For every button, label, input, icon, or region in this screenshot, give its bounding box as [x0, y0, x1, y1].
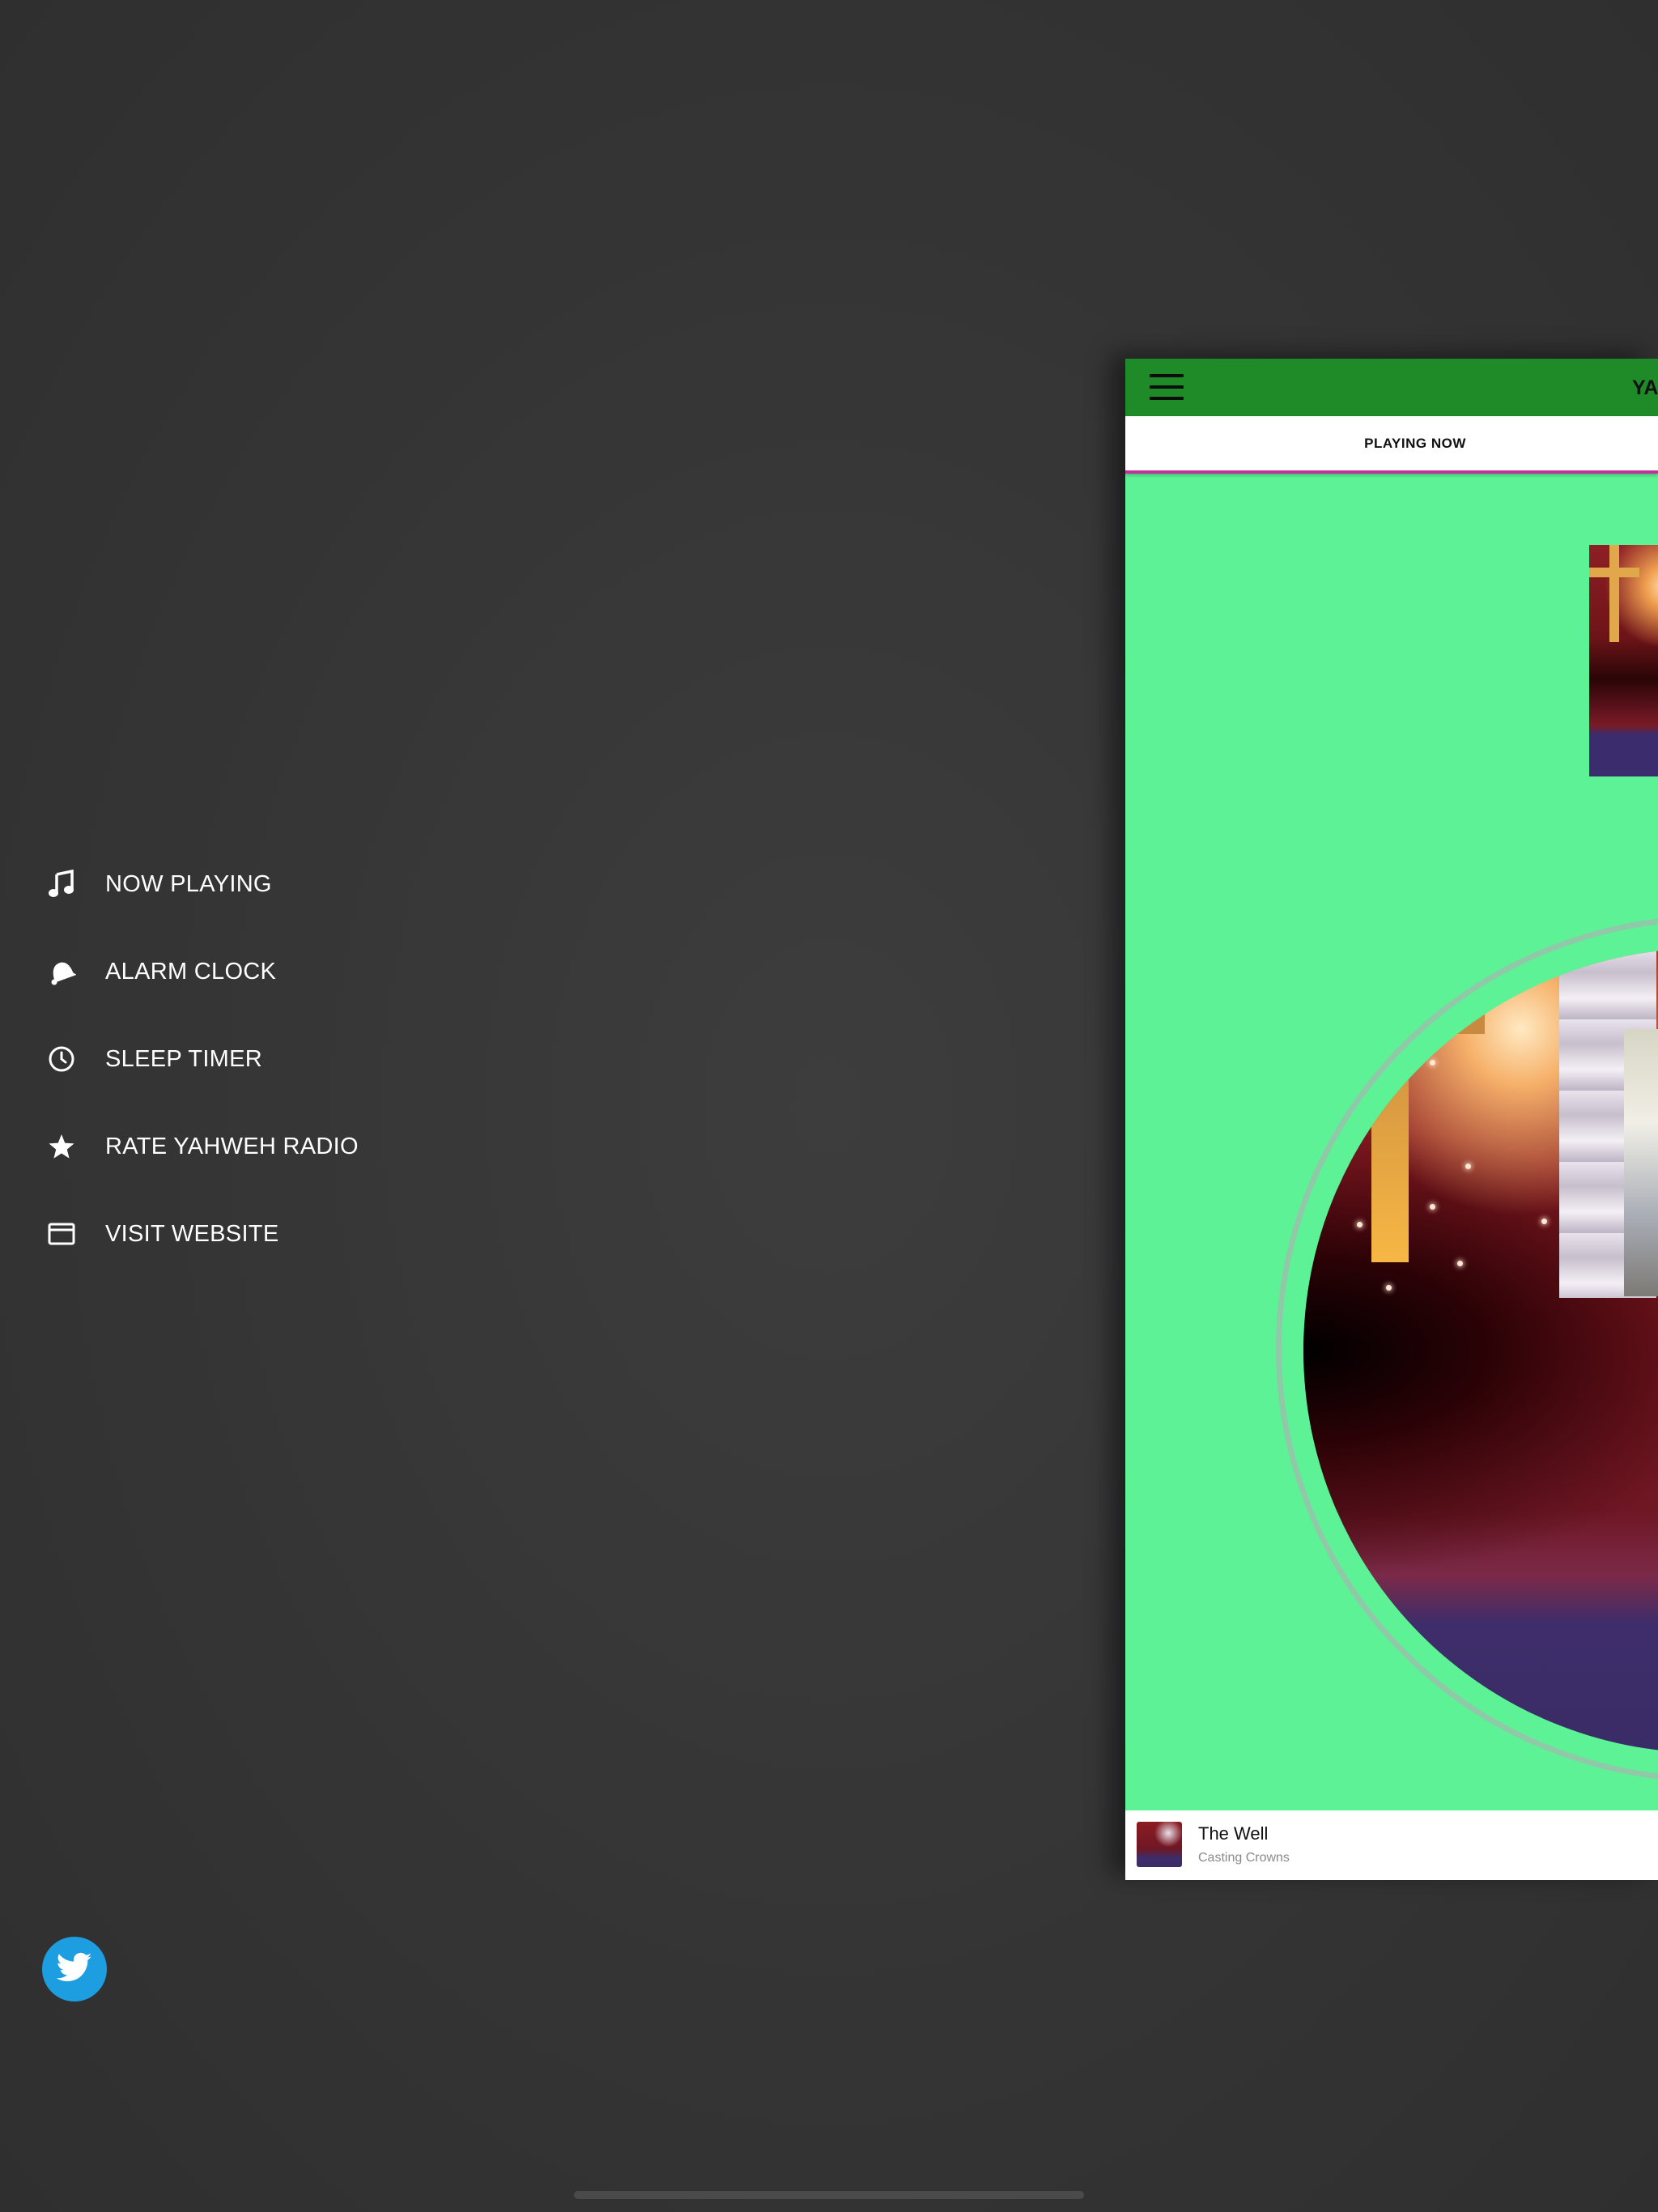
- album-art-thumbnail: [1589, 545, 1658, 776]
- alarm-bell-icon: [45, 955, 78, 988]
- mini-player-album-art: [1137, 1822, 1182, 1867]
- album-art: [1303, 948, 1658, 1753]
- hamburger-menu-icon[interactable]: [1150, 374, 1184, 400]
- track-title: The Well: [1198, 1823, 1269, 1844]
- clock-icon: [45, 1043, 78, 1075]
- menu-item-label: VISIT WEBSITE: [105, 1220, 279, 1247]
- menu-item-now-playing[interactable]: NOW PLAYING: [0, 844, 567, 925]
- menu-item-sleep-timer[interactable]: SLEEP TIMER: [0, 1019, 567, 1100]
- menu-item-label: SLEEP TIMER: [105, 1045, 263, 1072]
- app-title: YA: [1632, 376, 1658, 399]
- menu-item-label: RATE YAHWEH RADIO: [105, 1133, 359, 1159]
- menu-item-rate[interactable]: RATE YAHWEH RADIO: [0, 1106, 567, 1187]
- menu-item-label: ALARM CLOCK: [105, 958, 277, 985]
- app-panel[interactable]: YA PLAYING NOW The Well Casting Crowns: [1125, 359, 1658, 1880]
- menu-item-label: NOW PLAYING: [105, 870, 272, 897]
- browser-window-icon: [45, 1218, 78, 1250]
- track-artist: Casting Crowns: [1198, 1851, 1290, 1865]
- tab-playing-now[interactable]: PLAYING NOW: [1125, 416, 1658, 470]
- star-icon: [45, 1130, 78, 1163]
- menu-item-alarm-clock[interactable]: ALARM CLOCK: [0, 931, 567, 1012]
- tab-bar: PLAYING NOW: [1125, 416, 1658, 474]
- mini-player[interactable]: The Well Casting Crowns: [1125, 1810, 1658, 1880]
- app-header: YA: [1125, 359, 1658, 416]
- twitter-bird-icon: [56, 1952, 92, 1987]
- menu-item-visit-website[interactable]: VISIT WEBSITE: [0, 1193, 567, 1274]
- twitter-button[interactable]: [42, 1937, 107, 2001]
- music-note-icon: [45, 868, 78, 900]
- home-indicator[interactable]: [574, 2191, 1084, 2199]
